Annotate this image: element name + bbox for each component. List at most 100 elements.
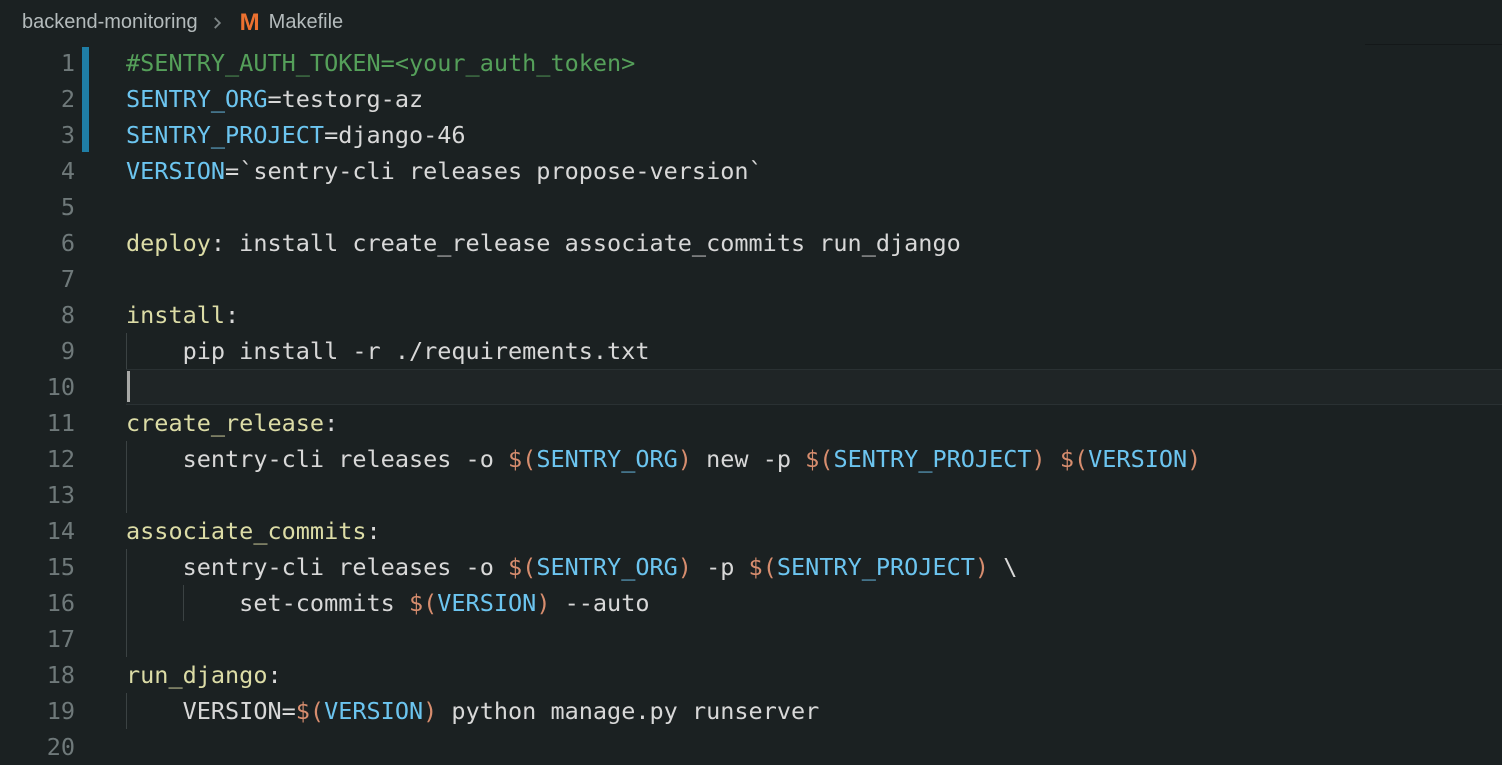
- code-line[interactable]: 6 deploy: install create_release associat…: [0, 225, 1502, 261]
- token-variable: SENTRY_ORG: [536, 445, 677, 473]
- gutter-modified-indicator: [82, 47, 89, 152]
- line-number: 10: [0, 369, 75, 405]
- token-text: pip install -r ./requirements.txt: [126, 337, 649, 365]
- line-number: 8: [0, 297, 75, 333]
- code-line[interactable]: 13: [0, 477, 1502, 513]
- code-line[interactable]: 2SENTRY_ORG=testorg-az: [0, 81, 1502, 117]
- indent-guide: [126, 621, 127, 657]
- token-variable: SENTRY_PROJECT: [126, 121, 324, 149]
- token-text: : install create_release associate_commi…: [211, 229, 961, 257]
- line-content: pip install -r ./requirements.txt: [126, 333, 649, 369]
- code-line[interactable]: 9 pip install -r ./requirements.txt: [0, 333, 1502, 369]
- code-line[interactable]: 12 sentry-cli releases -o $(SENTRY_ORG) …: [0, 441, 1502, 477]
- line-content: set-commits $(VERSION) --auto: [126, 585, 650, 621]
- indent-guide: [126, 477, 127, 513]
- token-variable: VERSION: [324, 697, 423, 725]
- line-content: run_django:: [126, 657, 282, 693]
- editor-top-shadow: [1365, 44, 1502, 45]
- code-line[interactable]: 3 SENTRY_PROJECT=django-46: [0, 117, 1502, 153]
- code-line[interactable]: 19 VERSION=$(VERSION) python manage.py r…: [0, 693, 1502, 729]
- text-cursor: [127, 371, 130, 402]
- code-line[interactable]: 18 run_django:: [0, 657, 1502, 693]
- token-interp: $(: [805, 445, 833, 473]
- token-text: --auto: [550, 589, 649, 617]
- code-line[interactable]: 4 VERSION=`sentry-cli releases propose-ve…: [0, 153, 1502, 189]
- token-variable: SENTRY_ORG: [536, 553, 677, 581]
- code-line[interactable]: 5: [0, 189, 1502, 225]
- line-number: 6: [0, 225, 75, 261]
- token-text: :: [225, 301, 239, 329]
- code-line[interactable]: 7: [0, 261, 1502, 297]
- code-line[interactable]: 17: [0, 621, 1502, 657]
- line-number: 4: [0, 153, 75, 189]
- token-interp: ): [1187, 445, 1201, 473]
- token-text: sentry-cli releases -o: [126, 445, 508, 473]
- token-interp: $(: [296, 697, 324, 725]
- line-content: sentry-cli releases -o $(SENTRY_ORG) new…: [126, 441, 1201, 477]
- token-text: [1046, 445, 1060, 473]
- breadcrumb-file-label: Makefile: [269, 11, 343, 34]
- breadcrumb: backend-monitoring M Makefile: [0, 0, 1502, 45]
- token-interp: $(: [508, 445, 536, 473]
- code-line[interactable]: 15 sentry-cli releases -o $(SENTRY_ORG) …: [0, 549, 1502, 585]
- token-interp: ): [678, 445, 692, 473]
- line-number: 11: [0, 405, 75, 441]
- line-content: deploy: install create_release associate…: [126, 225, 961, 261]
- token-variable: VERSION: [126, 157, 225, 185]
- line-number: 15: [0, 549, 75, 585]
- token-text: new -p: [692, 445, 805, 473]
- line-number: 9: [0, 333, 75, 369]
- line-content: VERSION=`sentry-cli releases propose-ver…: [126, 153, 763, 189]
- line-number: 12: [0, 441, 75, 477]
- token-text: =`sentry-cli releases propose-version`: [225, 157, 763, 185]
- line-number: 14: [0, 513, 75, 549]
- current-line-highlight: [126, 369, 1502, 405]
- token-text: set-commits: [126, 589, 409, 617]
- code-line[interactable]: 11create_release:: [0, 405, 1502, 441]
- line-number: 17: [0, 621, 75, 657]
- token-target: deploy: [126, 229, 211, 257]
- token-interp: $(: [409, 589, 437, 617]
- token-text: \: [989, 553, 1017, 581]
- line-number: 18: [0, 657, 75, 693]
- token-interp: $(: [1060, 445, 1088, 473]
- token-interp: ): [1032, 445, 1046, 473]
- code-line[interactable]: 20: [0, 729, 1502, 765]
- makefile-icon: M: [240, 11, 260, 35]
- token-text: =django-46: [324, 121, 465, 149]
- token-target: install: [126, 301, 225, 329]
- token-target: create_release: [126, 409, 324, 437]
- token-interp: $(: [508, 553, 536, 581]
- token-text: :: [367, 517, 381, 545]
- line-number: 7: [0, 261, 75, 297]
- token-variable: SENTRY_PROJECT: [777, 553, 975, 581]
- code-line[interactable]: 1 #SENTRY_AUTH_TOKEN=<your_auth_token>: [0, 45, 1502, 81]
- line-number: 13: [0, 477, 75, 513]
- code-editor[interactable]: 1 #SENTRY_AUTH_TOKEN=<your_auth_token> 2 SE…: [0, 45, 1502, 765]
- token-comment: #SENTRY_AUTH_TOKEN=<your_auth_token>: [126, 49, 635, 77]
- token-text: -p: [692, 553, 749, 581]
- breadcrumb-folder[interactable]: backend-monitoring: [22, 11, 198, 34]
- line-content: #SENTRY_AUTH_TOKEN=<your_auth_token>: [126, 45, 635, 81]
- token-variable: SENTRY_ORG: [126, 85, 267, 113]
- breadcrumb-file[interactable]: M Makefile: [230, 11, 343, 35]
- code-line[interactable]: 16 set-commits $(VERSION) --auto: [0, 585, 1502, 621]
- token-target: associate_commits: [126, 517, 367, 545]
- token-text: VERSION=: [126, 697, 296, 725]
- line-number: 2: [0, 81, 75, 117]
- line-number: 16: [0, 585, 75, 621]
- token-interp: ): [536, 589, 550, 617]
- line-number: 19: [0, 693, 75, 729]
- line-content: install:: [126, 297, 239, 333]
- code-line[interactable]: 8 install:: [0, 297, 1502, 333]
- token-text: sentry-cli releases -o: [126, 553, 508, 581]
- token-target: run_django: [126, 661, 267, 689]
- line-number: 1: [0, 45, 75, 81]
- token-text: :: [267, 661, 281, 689]
- token-variable: VERSION: [437, 589, 536, 617]
- line-number: 3: [0, 117, 75, 153]
- line-content: SENTRY_PROJECT=django-46: [126, 117, 466, 153]
- token-interp: ): [423, 697, 437, 725]
- code-line[interactable]: 14 associate_commits:: [0, 513, 1502, 549]
- code-line[interactable]: 10: [0, 369, 1502, 405]
